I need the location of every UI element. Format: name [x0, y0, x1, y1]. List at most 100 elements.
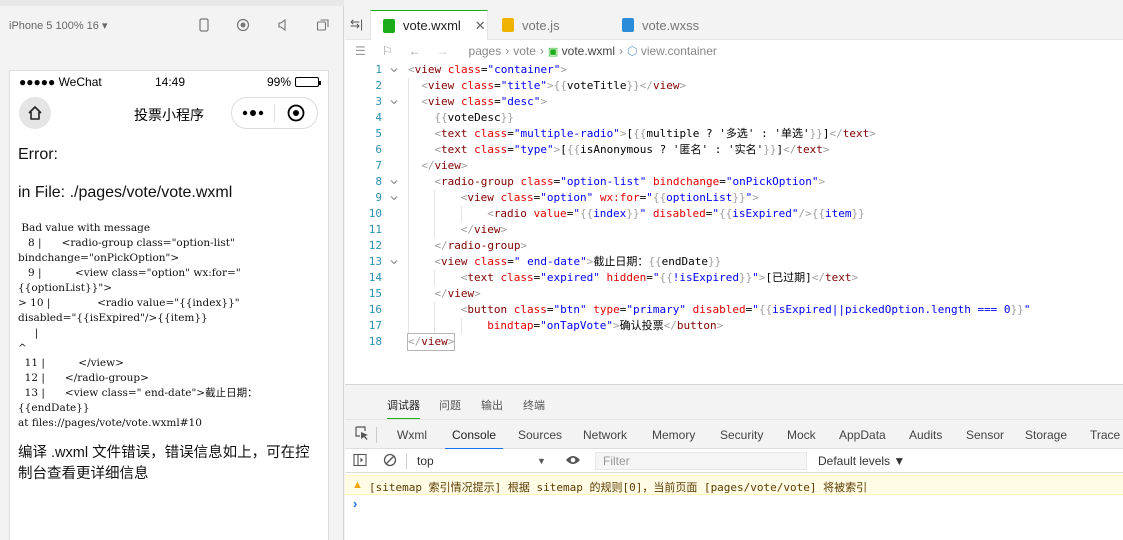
tab-debugger[interactable]: 调试器: [387, 397, 420, 420]
indent-guide: [460, 318, 462, 334]
capsule-menu: [231, 97, 318, 129]
code-text: <radio-group class="option-list" bindcha…: [434, 175, 826, 188]
simulator-pane: iPhone 5 100% 16 ▾ ●●●●● WeChat 14:49 99…: [0, 0, 344, 540]
tab-output[interactable]: 输出: [481, 397, 503, 413]
code-line[interactable]: 6 <text class="type">[{{isAnonymous ? '匿名…: [345, 142, 1123, 158]
device-selector[interactable]: iPhone 5 100% 16 ▾: [9, 19, 107, 32]
eye-icon[interactable]: [565, 454, 581, 469]
forward-arrow-icon[interactable]: →: [437, 44, 449, 58]
panel-tab-network[interactable]: Network: [583, 428, 627, 442]
tab-terminal[interactable]: 终端: [523, 397, 545, 413]
code-line[interactable]: 4 {{voteDesc}}: [345, 110, 1123, 126]
line-number: 15: [368, 287, 382, 300]
battery-percent: 99%: [266, 75, 291, 89]
log-levels-dropdown[interactable]: Default levels ▼: [818, 454, 905, 468]
panel-tab-console[interactable]: Console: [452, 428, 496, 442]
wxss-file-icon: [622, 18, 634, 32]
code-line[interactable]: 3 <view class="desc">: [345, 94, 1123, 110]
back-arrow-icon[interactable]: ←: [409, 44, 421, 58]
breadcrumb-file-label: vote.wxml: [561, 44, 616, 58]
panel-tab-memory[interactable]: Memory: [652, 428, 695, 442]
line-number: 16: [368, 303, 382, 316]
error-code-snippet: Bad value with message 8 | <radio-group …: [18, 222, 258, 429]
fold-chevron-icon[interactable]: [390, 258, 398, 266]
panel-tab-appdata[interactable]: AppData: [839, 428, 886, 442]
code-area[interactable]: 1 <view class="container"> 2 <view class="t…: [345, 62, 1123, 352]
code-line[interactable]: 1 <view class="container">: [345, 62, 1123, 78]
fold-chevron-icon[interactable]: [390, 98, 398, 106]
code-text: <view class="option" wx:for="{{optionLis…: [460, 191, 759, 204]
panel-tab-sensor[interactable]: Sensor: [966, 428, 1004, 442]
detach-window-icon[interactable]: [316, 18, 330, 32]
chevron-right-icon: ›: [539, 44, 544, 58]
close-tab-icon[interactable]: ✕: [475, 18, 486, 34]
sidebar-toggle-icon[interactable]: [353, 453, 367, 470]
code-text: </view>: [434, 287, 481, 300]
sound-icon[interactable]: [276, 18, 290, 32]
line-number: 12: [368, 239, 382, 252]
line-number: 17: [368, 319, 382, 332]
code-line[interactable]: 7 </view>: [345, 158, 1123, 174]
indent-guide: [408, 318, 409, 334]
indent-guide: [408, 78, 409, 94]
warning-message: [sitemap 索引情况提示] 根据 sitemap 的规则[0]，当前页面 …: [369, 481, 868, 494]
status-bar: ●●●●● WeChat 14:49 99%: [10, 71, 328, 91]
tab-vote-wxml[interactable]: vote.wxml ✕: [370, 10, 488, 40]
caret-down-icon[interactable]: ▼: [537, 456, 546, 466]
breadcrumb-item[interactable]: ▣ vote.wxml: [548, 44, 615, 58]
list-icon[interactable]: ☰: [355, 44, 366, 58]
tab-label: vote.wxml: [403, 18, 461, 33]
tab-label: vote.wxss: [642, 17, 700, 33]
panel-tab-audits[interactable]: Audits: [909, 428, 942, 442]
error-title: Error:: [18, 146, 58, 163]
code-line[interactable]: 5 <text class="multiple-radio">[{{multipl…: [345, 126, 1123, 142]
code-line[interactable]: 11 </view>: [345, 222, 1123, 238]
code-line[interactable]: 15 </view>: [345, 286, 1123, 302]
panel-tab-sources[interactable]: Sources: [518, 428, 562, 442]
console-filter-input[interactable]: Filter: [595, 452, 807, 470]
panel-tab-security[interactable]: Security: [720, 428, 763, 442]
more-menu-button[interactable]: [232, 104, 274, 122]
breadcrumb-item[interactable]: vote: [513, 44, 536, 58]
indent-guide: [434, 270, 436, 286]
target-close-icon: [287, 104, 305, 122]
fold-chevron-icon[interactable]: [390, 66, 398, 74]
panel-tab-trace[interactable]: Trace: [1090, 428, 1120, 442]
more-dots-icon: [242, 110, 264, 116]
indent-guide: [408, 158, 409, 174]
tab-problems[interactable]: 问题: [439, 397, 461, 413]
code-line[interactable]: 10 <radio value="{{index}}" disabled="{{i…: [345, 206, 1123, 222]
fold-chevron-icon[interactable]: [390, 178, 398, 186]
panel-tab-storage[interactable]: Storage: [1025, 428, 1067, 442]
record-icon[interactable]: [236, 18, 250, 32]
context-selector[interactable]: top: [417, 454, 434, 468]
code-line[interactable]: 8 <radio-group class="option-list" bindch…: [345, 174, 1123, 190]
code-line[interactable]: 2 <view class="title">{{voteTitle}}</view…: [345, 78, 1123, 94]
console-warning-row: ▲ [sitemap 索引情况提示] 根据 sitemap 的规则[0]，当前页…: [345, 475, 1123, 495]
breadcrumb-item[interactable]: ⬡ view.container: [627, 44, 717, 58]
tab-vote-wxss[interactable]: vote.wxss: [610, 10, 728, 40]
code-line[interactable]: 16 <button class="btn" type="primary" dis…: [345, 302, 1123, 318]
phone-rotate-icon[interactable]: [197, 18, 211, 32]
line-number: 10: [368, 207, 382, 220]
inspect-element-icon[interactable]: [355, 426, 369, 443]
console-prompt[interactable]: ›: [353, 496, 357, 511]
breadcrumb-item[interactable]: pages: [469, 44, 502, 58]
code-line[interactable]: 18 </view>: [345, 333, 1123, 351]
clear-console-icon[interactable]: [383, 453, 397, 470]
indent-guide: [434, 190, 436, 206]
code-line[interactable]: 13 <view class=" end-date">截止日期：{{endDate…: [345, 254, 1123, 270]
code-line[interactable]: 12 </radio-group>: [345, 238, 1123, 254]
panel-tab-mock[interactable]: Mock: [787, 428, 816, 442]
fold-chevron-icon[interactable]: [390, 194, 398, 202]
panel-tab-wxml[interactable]: Wxml: [397, 428, 427, 442]
code-line[interactable]: 9 <view class="option" wx:for="{{optionLi…: [345, 190, 1123, 206]
tab-vote-js[interactable]: vote.js: [490, 10, 608, 40]
split-editor-icon[interactable]: ⇆|: [350, 17, 363, 31]
close-mini-program-button[interactable]: [275, 104, 317, 122]
bookmark-icon[interactable]: ⚐: [382, 44, 393, 58]
element-cube-icon: ⬡: [627, 44, 638, 58]
tab-label: vote.js: [522, 17, 560, 33]
code-line[interactable]: 14 <text class="expired" hidden="{{!isExp…: [345, 270, 1123, 286]
code-line[interactable]: 17 bindtap="onTapVote">确认投票</button>: [345, 318, 1123, 334]
